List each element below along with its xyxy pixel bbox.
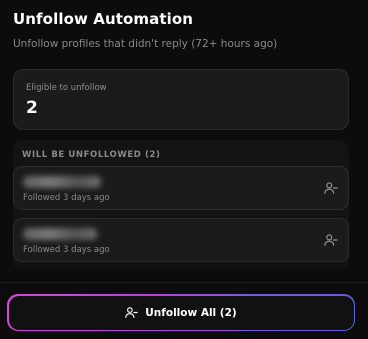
followed-time: Followed 3 days ago [23, 245, 110, 255]
blurred-username [23, 228, 97, 240]
eligible-stat-card: Eligible to unfollow 2 [13, 69, 349, 130]
unfollow-list: WILL BE UNFOLLOWED (2) Followed 3 days a… [13, 140, 349, 271]
unfollow-all-button[interactable]: Unfollow All (2) [8, 295, 354, 330]
unfollow-automation-panel: Unfollow Automation Unfollow profiles th… [0, 0, 368, 339]
list-item: Followed 3 days ago [13, 166, 349, 210]
page-title: Unfollow Automation [13, 10, 194, 28]
unfollow-all-label: Unfollow All (2) [145, 306, 237, 319]
blurred-username [23, 176, 101, 188]
list-item: Followed 3 days ago [13, 218, 349, 262]
eligible-label: Eligible to unfollow [26, 83, 107, 93]
footer-divider [0, 282, 368, 283]
user-minus-icon[interactable] [324, 233, 338, 247]
eligible-count: 2 [26, 98, 38, 118]
user-minus-icon[interactable] [324, 181, 338, 195]
list-fade-overlay [0, 262, 368, 292]
page-subtitle: Unfollow profiles that didn't reply (72+… [13, 38, 278, 50]
followed-time: Followed 3 days ago [23, 193, 110, 203]
unfollow-all-button-border: Unfollow All (2) [7, 294, 355, 331]
user-minus-icon [125, 307, 139, 318]
list-section-title: WILL BE UNFOLLOWED (2) [22, 150, 161, 160]
